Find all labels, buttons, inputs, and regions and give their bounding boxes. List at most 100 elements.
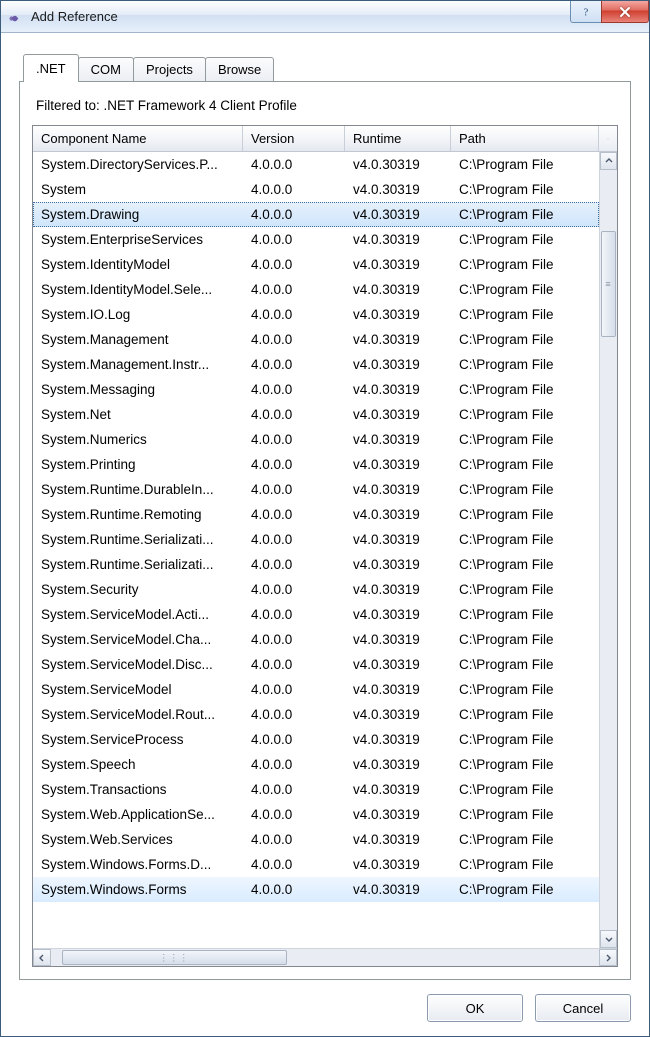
scroll-down-button[interactable] <box>600 930 617 948</box>
table-row[interactable]: System.Runtime.Serializati...4.0.0.0v4.0… <box>33 552 599 577</box>
cell-path: C:\Program File <box>451 707 599 722</box>
cell-version: 4.0.0.0 <box>243 332 345 347</box>
close-button[interactable] <box>601 1 649 23</box>
table-row[interactable]: System.Speech4.0.0.0v4.0.30319C:\Program… <box>33 752 599 777</box>
table-row[interactable]: System.ServiceProcess4.0.0.0v4.0.30319C:… <box>33 727 599 752</box>
table-row[interactable]: System.Management.Instr...4.0.0.0v4.0.30… <box>33 352 599 377</box>
cell-name: System.Web.ApplicationSe... <box>33 807 243 822</box>
cell-runtime: v4.0.30319 <box>345 782 451 797</box>
cell-version: 4.0.0.0 <box>243 582 345 597</box>
hscroll-track[interactable]: ⋮⋮⋮ <box>51 949 599 966</box>
ok-button[interactable]: OK <box>427 994 523 1022</box>
cell-name: System.Management <box>33 332 243 347</box>
help-button[interactable]: ? <box>570 1 602 23</box>
cell-runtime: v4.0.30319 <box>345 457 451 472</box>
table-row[interactable]: System.ServiceModel4.0.0.0v4.0.30319C:\P… <box>33 677 599 702</box>
table-row[interactable]: System.Windows.Forms.D...4.0.0.0v4.0.303… <box>33 852 599 877</box>
cell-version: 4.0.0.0 <box>243 257 345 272</box>
cell-path: C:\Program File <box>451 732 599 747</box>
cell-runtime: v4.0.30319 <box>345 232 451 247</box>
vscroll-thumb[interactable]: ≡ <box>601 231 616 337</box>
window-title: Add Reference <box>31 9 118 24</box>
cell-runtime: v4.0.30319 <box>345 282 451 297</box>
vscroll-track[interactable]: ≡ <box>600 170 617 930</box>
cell-version: 4.0.0.0 <box>243 407 345 422</box>
cell-version: 4.0.0.0 <box>243 657 345 672</box>
cell-path: C:\Program File <box>451 232 599 247</box>
table-row[interactable]: System.IO.Log4.0.0.0v4.0.30319C:\Program… <box>33 302 599 327</box>
table-row[interactable]: System.IdentityModel.Sele...4.0.0.0v4.0.… <box>33 277 599 302</box>
cell-name: System.Security <box>33 582 243 597</box>
horizontal-scrollbar[interactable]: ⋮⋮⋮ <box>33 948 617 966</box>
cell-name: System.Windows.Forms.D... <box>33 857 243 872</box>
tab-browse[interactable]: Browse <box>205 57 274 81</box>
scroll-right-button[interactable] <box>599 949 617 966</box>
table-row[interactable]: System.Transactions4.0.0.0v4.0.30319C:\P… <box>33 777 599 802</box>
filter-label: Filtered to: .NET Framework 4 Client Pro… <box>36 98 614 113</box>
cell-runtime: v4.0.30319 <box>345 807 451 822</box>
tab-projects[interactable]: Projects <box>133 57 206 81</box>
table-row[interactable]: System.Windows.Forms4.0.0.0v4.0.30319C:\… <box>33 877 599 902</box>
table-row[interactable]: System.Printing4.0.0.0v4.0.30319C:\Progr… <box>33 452 599 477</box>
tab-com[interactable]: COM <box>78 57 134 81</box>
table-row[interactable]: System.Web.ApplicationSe...4.0.0.0v4.0.3… <box>33 802 599 827</box>
dialog-body: .NETCOMProjectsBrowse Filtered to: .NET … <box>1 33 649 1036</box>
cell-version: 4.0.0.0 <box>243 557 345 572</box>
hscroll-thumb[interactable]: ⋮⋮⋮ <box>62 950 287 965</box>
cell-name: System.IO.Log <box>33 307 243 322</box>
table-row[interactable]: System.ServiceModel.Acti...4.0.0.0v4.0.3… <box>33 602 599 627</box>
cell-path: C:\Program File <box>451 857 599 872</box>
table-row[interactable]: System.Web.Services4.0.0.0v4.0.30319C:\P… <box>33 827 599 852</box>
column-header-version[interactable]: Version <box>243 126 345 151</box>
table-row[interactable]: System.Runtime.DurableIn...4.0.0.0v4.0.3… <box>33 477 599 502</box>
cell-path: C:\Program File <box>451 832 599 847</box>
cell-runtime: v4.0.30319 <box>345 357 451 372</box>
cancel-button[interactable]: Cancel <box>535 994 631 1022</box>
table-row[interactable]: System.ServiceModel.Rout...4.0.0.0v4.0.3… <box>33 702 599 727</box>
grid-rows: System.DirectoryServices.P...4.0.0.0v4.0… <box>33 152 599 948</box>
cell-version: 4.0.0.0 <box>243 307 345 322</box>
table-row[interactable]: System.Security4.0.0.0v4.0.30319C:\Progr… <box>33 577 599 602</box>
table-row[interactable]: System.Net4.0.0.0v4.0.30319C:\Program Fi… <box>33 402 599 427</box>
cell-name: System.Web.Services <box>33 832 243 847</box>
cell-name: System.ServiceModel <box>33 682 243 697</box>
table-row[interactable]: System.EnterpriseServices4.0.0.0v4.0.303… <box>33 227 599 252</box>
cell-runtime: v4.0.30319 <box>345 707 451 722</box>
cell-path: C:\Program File <box>451 582 599 597</box>
cell-version: 4.0.0.0 <box>243 757 345 772</box>
cell-path: C:\Program File <box>451 332 599 347</box>
tab-net[interactable]: .NET <box>23 54 79 82</box>
table-row[interactable]: System.Numerics4.0.0.0v4.0.30319C:\Progr… <box>33 427 599 452</box>
cell-path: C:\Program File <box>451 457 599 472</box>
column-header-runtime[interactable]: Runtime <box>345 126 451 151</box>
cell-version: 4.0.0.0 <box>243 382 345 397</box>
title-bar[interactable]: Add Reference ? <box>1 1 649 33</box>
table-row[interactable]: System.Messaging4.0.0.0v4.0.30319C:\Prog… <box>33 377 599 402</box>
vertical-scrollbar[interactable]: ≡ <box>599 152 617 948</box>
cell-runtime: v4.0.30319 <box>345 882 451 897</box>
table-row[interactable]: System.IdentityModel4.0.0.0v4.0.30319C:\… <box>33 252 599 277</box>
cell-path: C:\Program File <box>451 532 599 547</box>
table-row[interactable]: System.ServiceModel.Cha...4.0.0.0v4.0.30… <box>33 627 599 652</box>
cell-version: 4.0.0.0 <box>243 232 345 247</box>
cell-version: 4.0.0.0 <box>243 682 345 697</box>
scroll-left-button[interactable] <box>33 949 51 966</box>
column-header-scroll <box>599 126 617 151</box>
column-header-path[interactable]: Path <box>451 126 599 151</box>
cell-runtime: v4.0.30319 <box>345 632 451 647</box>
table-row[interactable]: System.ServiceModel.Disc...4.0.0.0v4.0.3… <box>33 652 599 677</box>
table-row[interactable]: System4.0.0.0v4.0.30319C:\Program File <box>33 177 599 202</box>
column-header-name[interactable]: Component Name <box>33 126 243 151</box>
table-row[interactable]: System.Runtime.Serializati...4.0.0.0v4.0… <box>33 527 599 552</box>
table-row[interactable]: System.DirectoryServices.P...4.0.0.0v4.0… <box>33 152 599 177</box>
cell-path: C:\Program File <box>451 382 599 397</box>
cell-name: System.Runtime.Remoting <box>33 507 243 522</box>
table-row[interactable]: System.Drawing4.0.0.0v4.0.30319C:\Progra… <box>33 202 599 227</box>
cell-name: System <box>33 182 243 197</box>
table-row[interactable]: System.Runtime.Remoting4.0.0.0v4.0.30319… <box>33 502 599 527</box>
cell-path: C:\Program File <box>451 682 599 697</box>
cell-name: System.Drawing <box>33 207 243 222</box>
cell-version: 4.0.0.0 <box>243 732 345 747</box>
scroll-up-button[interactable] <box>600 152 617 170</box>
table-row[interactable]: System.Management4.0.0.0v4.0.30319C:\Pro… <box>33 327 599 352</box>
